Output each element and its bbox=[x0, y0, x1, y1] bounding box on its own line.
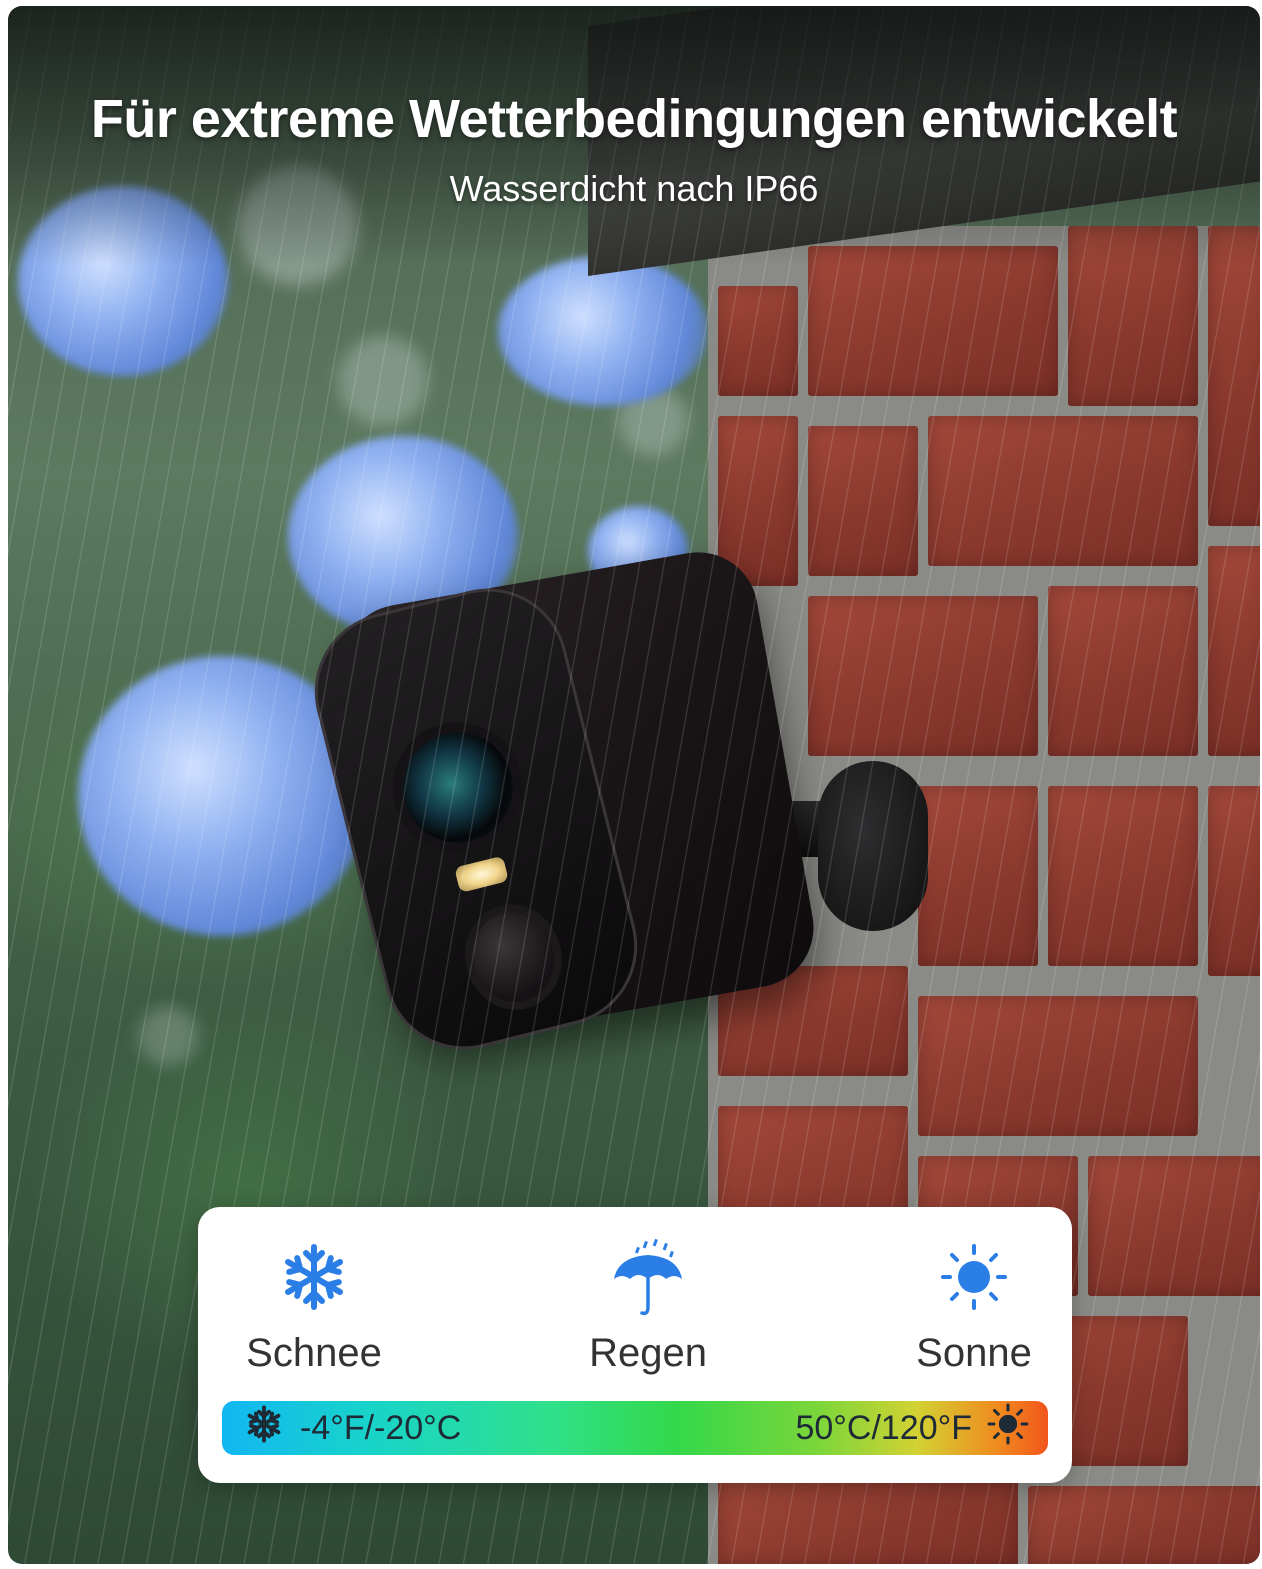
weather-conditions-card: Schnee Regen Sonne -4°F/-20°C 50°C/120°F bbox=[198, 1207, 1072, 1483]
security-camera bbox=[297, 542, 928, 1067]
brick bbox=[918, 996, 1198, 1136]
brick bbox=[808, 246, 1058, 396]
brick bbox=[918, 786, 1038, 966]
hydrangea-flower bbox=[498, 256, 708, 406]
pir-motion-sensor bbox=[463, 903, 564, 1011]
camera-wall-mount bbox=[818, 761, 928, 931]
sun-icon bbox=[986, 1402, 1030, 1455]
brick bbox=[718, 286, 798, 396]
temperature-min-label: -4°F/-20°C bbox=[300, 1408, 462, 1447]
brick bbox=[1048, 786, 1198, 966]
brick bbox=[1208, 786, 1260, 976]
sun-icon bbox=[864, 1237, 1084, 1317]
headline-subtitle: Wasserdicht nach IP66 bbox=[449, 168, 819, 209]
snowflake-icon bbox=[244, 1404, 284, 1453]
headline-title: Für extreme Wetterbedingungen entwickelt bbox=[90, 89, 1178, 149]
condition-label: Sonne bbox=[916, 1331, 1032, 1375]
brick bbox=[1088, 1156, 1260, 1296]
brick bbox=[928, 416, 1198, 566]
brick bbox=[1048, 586, 1198, 756]
condition-label: Schnee bbox=[246, 1331, 382, 1375]
temperature-range-bar: -4°F/-20°C 50°C/120°F bbox=[222, 1401, 1048, 1455]
temperature-max: 50°C/120°F bbox=[795, 1401, 1030, 1455]
bokeh-light bbox=[138, 1006, 198, 1066]
spotlight-led bbox=[454, 855, 509, 893]
umbrella-rain-icon bbox=[538, 1237, 758, 1317]
condition-rain: Regen bbox=[538, 1237, 758, 1376]
condition-snow: Schnee bbox=[204, 1237, 424, 1376]
condition-sun: Sonne bbox=[864, 1237, 1084, 1376]
brick bbox=[1208, 226, 1260, 526]
brick bbox=[808, 426, 918, 576]
snowflake-icon bbox=[204, 1237, 424, 1317]
camera-lens bbox=[391, 720, 525, 855]
brick bbox=[718, 1476, 1018, 1564]
temperature-min: -4°F/-20°C bbox=[244, 1401, 461, 1455]
condition-label: Regen bbox=[589, 1331, 707, 1375]
temperature-max-label: 50°C/120°F bbox=[795, 1408, 972, 1447]
brick bbox=[808, 596, 1038, 756]
brick bbox=[1028, 1486, 1260, 1564]
brick bbox=[1208, 546, 1260, 756]
bokeh-light bbox=[338, 336, 428, 426]
